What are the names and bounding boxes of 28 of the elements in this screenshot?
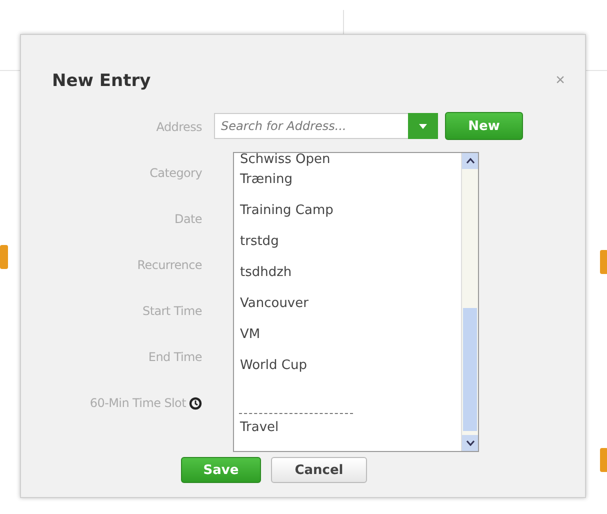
scroll-up-icon[interactable] xyxy=(462,153,478,169)
clock-icon xyxy=(189,397,202,410)
field-label: Start Time xyxy=(142,303,202,320)
dropdown-option[interactable]: Vancouver xyxy=(234,295,461,326)
event-marker xyxy=(600,448,607,472)
dropdown-option[interactable]: trstdg xyxy=(234,233,461,264)
cancel-button[interactable]: Cancel xyxy=(271,457,367,483)
scrollbar[interactable] xyxy=(461,153,478,451)
scroll-down-icon[interactable] xyxy=(462,435,478,451)
address-search-field[interactable]: Search for Address... xyxy=(214,113,408,139)
dropdown-option[interactable]: VM xyxy=(234,326,461,357)
dialog-title: New Entry xyxy=(52,71,151,91)
dropdown-option[interactable]: World Cup xyxy=(234,357,461,388)
dropdown-option[interactable]: Training Camp xyxy=(234,202,461,233)
dropdown-option[interactable]: Travel xyxy=(234,419,461,450)
field-label: 60-Min Time Slot xyxy=(90,395,186,412)
dropdown-option[interactable]: Schwiss Open xyxy=(234,153,461,171)
field-label: Date xyxy=(174,211,202,228)
dropdown-option[interactable]: Træning xyxy=(234,171,461,202)
field-label: Recurrence xyxy=(137,257,202,274)
caret-icon xyxy=(419,124,427,128)
dropdown-option[interactable]: tsdhdzh xyxy=(234,264,461,295)
field-label: End Time xyxy=(148,349,202,366)
field-label: Category xyxy=(150,165,202,182)
event-marker xyxy=(0,245,8,269)
event-marker xyxy=(600,250,607,274)
field-label: Address xyxy=(156,119,202,136)
dropdown-button[interactable] xyxy=(408,113,438,139)
